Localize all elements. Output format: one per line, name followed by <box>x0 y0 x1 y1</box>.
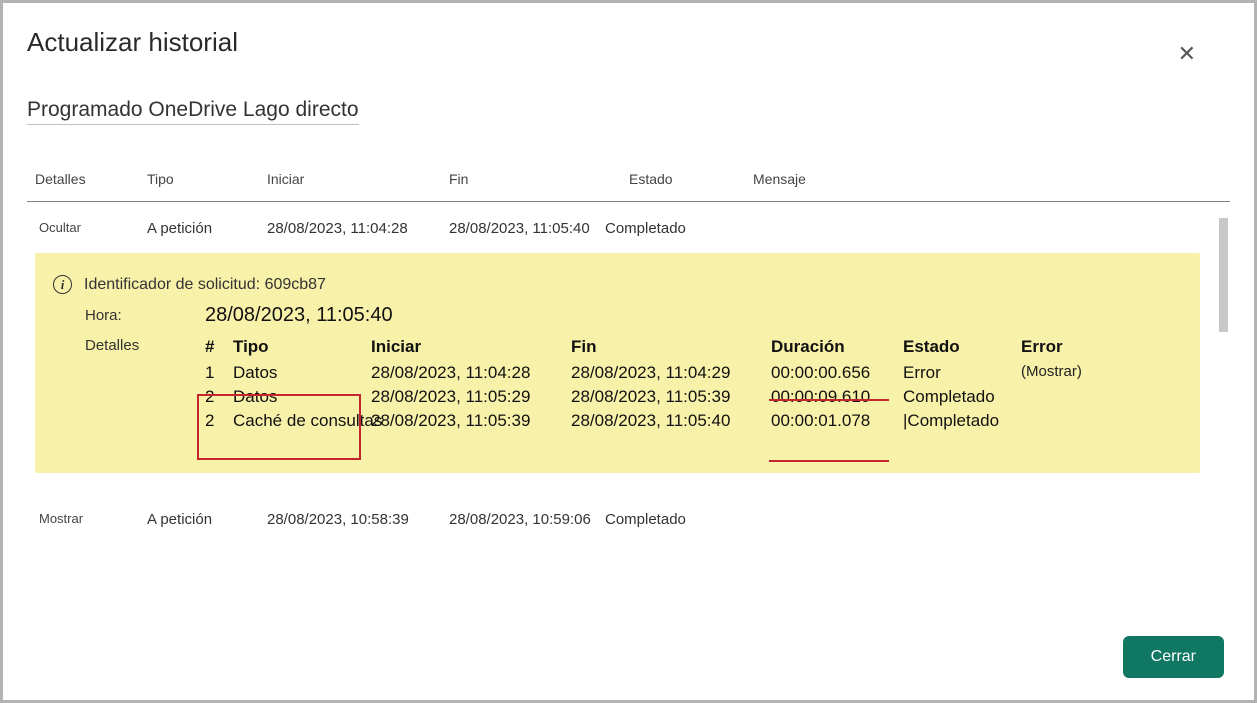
cell-dur: 00:00:09.610 <box>771 387 903 407</box>
history-scroll-area: Ocultar A petición 28/08/2023, 11:04:28 … <box>27 202 1230 592</box>
row-tipo: A petición <box>147 220 267 237</box>
row-estado: Completado <box>605 220 729 237</box>
time-value: 28/08/2023, 11:05:40 <box>205 304 393 327</box>
inner-row: 2 Caché de consultas 28/08/2023, 11:05:3… <box>205 411 1178 431</box>
request-id-label: Identificador de solicitud: <box>84 276 260 293</box>
row-toggle[interactable]: Mostrar <box>27 511 147 528</box>
col-header-iniciar: Iniciar <box>267 171 449 187</box>
cell-fin: 28/08/2023, 11:05:39 <box>571 387 771 407</box>
close-button[interactable]: Cerrar <box>1123 636 1224 678</box>
cell-dur: 00:00:01.078 <box>771 411 903 431</box>
cell-err <box>1021 411 1111 431</box>
request-id-value: 609cb87 <box>265 276 326 293</box>
inner-col-duracion: Duración <box>771 337 903 357</box>
row-tipo: A petición <box>147 511 267 528</box>
col-header-fin: Fin <box>449 171 629 187</box>
cell-est: Error <box>903 363 1021 383</box>
cell-tipo: Datos <box>233 387 371 407</box>
cell-ini: 28/08/2023, 11:04:28 <box>371 363 571 383</box>
inner-col-fin: Fin <box>571 337 771 357</box>
update-history-modal: Actualizar historial ✕ Programado OneDri… <box>0 0 1257 703</box>
time-label: Hora: <box>85 307 205 324</box>
inner-table-header: # Tipo Iniciar Fin Duración Estado Error <box>205 337 1178 357</box>
cell-num: 1 <box>205 363 233 383</box>
cell-tipo: Datos <box>233 363 371 383</box>
info-icon: i <box>53 275 72 294</box>
cell-num: 2 <box>205 387 233 407</box>
history-row: Ocultar A petición 28/08/2023, 11:04:28 … <box>27 202 1230 249</box>
modal-title: Actualizar historial <box>27 27 1230 58</box>
inner-row: 1 Datos 28/08/2023, 11:04:28 28/08/2023,… <box>205 363 1178 383</box>
row-toggle[interactable]: Ocultar <box>27 220 147 237</box>
cell-ini: 28/08/2023, 11:05:39 <box>371 411 571 431</box>
col-header-tipo: Tipo <box>147 171 267 187</box>
row-estado: Completado <box>605 511 729 528</box>
col-header-detalles: Detalles <box>27 171 147 187</box>
row-fin: 28/08/2023, 11:05:40 <box>449 220 605 237</box>
cell-est: |Completado <box>903 411 1021 431</box>
history-table-header: Detalles Tipo Iniciar Fin Estado Mensaje <box>27 171 1230 202</box>
dataset-name: Programado OneDrive Lago directo <box>27 98 359 125</box>
inner-col-iniciar: Iniciar <box>371 337 571 357</box>
close-icon[interactable]: ✕ <box>1178 41 1196 67</box>
cell-tipo: Caché de consultas <box>233 411 371 431</box>
cell-est: Completado <box>903 387 1021 407</box>
col-header-mensaje: Mensaje <box>753 171 953 187</box>
inner-row: 2 Datos 28/08/2023, 11:05:29 28/08/2023,… <box>205 387 1178 407</box>
inner-col-estado: Estado <box>903 337 1021 357</box>
cell-num: 2 <box>205 411 233 431</box>
inner-col-tipo: Tipo <box>233 337 371 357</box>
vertical-scrollbar-thumb[interactable] <box>1219 218 1228 332</box>
inner-col-error: Error <box>1021 337 1111 357</box>
annotation-underline <box>769 460 889 462</box>
cell-dur: 00:00:00.656 <box>771 363 903 383</box>
row-iniciar: 28/08/2023, 11:04:28 <box>267 220 449 237</box>
col-header-estado: Estado <box>629 171 753 187</box>
inner-col-num: # <box>205 337 233 357</box>
history-row: Mostrar A petición 28/08/2023, 10:58:39 … <box>27 493 1230 540</box>
row-iniciar: 28/08/2023, 10:58:39 <box>267 511 449 528</box>
row-fin: 28/08/2023, 10:59:06 <box>449 511 605 528</box>
cell-ini: 28/08/2023, 11:05:29 <box>371 387 571 407</box>
request-detail-panel: i Identificador de solicitud: 609cb87 Ho… <box>35 253 1200 473</box>
cell-fin: 28/08/2023, 11:05:40 <box>571 411 771 431</box>
cell-err <box>1021 387 1111 407</box>
details-label: Detalles <box>85 337 205 354</box>
error-show-link[interactable]: (Mostrar) <box>1021 363 1111 383</box>
cell-fin: 28/08/2023, 11:04:29 <box>571 363 771 383</box>
